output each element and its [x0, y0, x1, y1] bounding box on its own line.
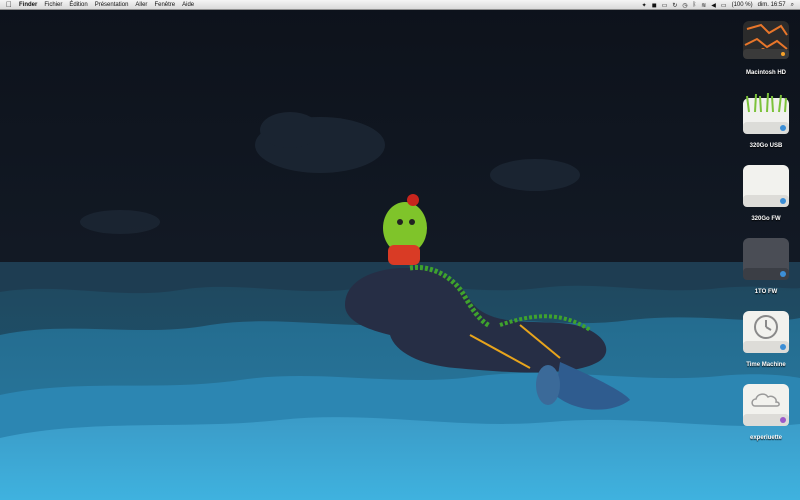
- wifi-icon[interactable]: ≋: [701, 2, 706, 9]
- apple-menu-icon[interactable]: : [6, 0, 12, 9]
- menu-item-edition[interactable]: Édition: [69, 2, 87, 8]
- desktop-drive-experiuette[interactable]: experiuette: [738, 382, 794, 441]
- menu-app-name[interactable]: Finder: [19, 2, 37, 8]
- cloud-drive-icon: [743, 384, 789, 426]
- grass-drive-icon: [743, 92, 789, 134]
- menu-clock[interactable]: dim. 16:57: [758, 2, 786, 8]
- desktop-drive-320go-fw[interactable]: 320Go FW: [738, 163, 794, 222]
- lava-hard-drive-icon: [743, 21, 789, 59]
- volume-icon[interactable]: ◀: [711, 2, 716, 9]
- spotlight-icon[interactable]: ⌕: [791, 2, 794, 9]
- menu-bar:  Finder Fichier Édition Présentation Al…: [0, 0, 800, 10]
- window-icon[interactable]: ▭: [662, 2, 668, 9]
- dropbox-icon[interactable]: ✦: [642, 2, 647, 9]
- battery-percentage[interactable]: (100 %): [732, 2, 753, 8]
- drive-label: 1TO FW: [754, 289, 778, 295]
- desktop-drive-time-machine[interactable]: Time Machine: [738, 309, 794, 368]
- menu-item-presentation[interactable]: Présentation: [95, 2, 129, 8]
- drive-label: 320Go FW: [751, 216, 781, 222]
- time-machine-icon[interactable]: ◷: [682, 2, 687, 9]
- sync-icon[interactable]: ↻: [672, 2, 677, 9]
- camera-icon[interactable]: ◼: [652, 2, 657, 9]
- desktop-drive-320go-usb[interactable]: 320Go USB: [738, 90, 794, 149]
- battery-icon[interactable]: ▭: [721, 2, 727, 9]
- menu-item-aide[interactable]: Aide: [182, 2, 194, 8]
- bluetooth-icon[interactable]: ᛒ: [693, 2, 697, 8]
- menu-item-aller[interactable]: Aller: [135, 2, 147, 8]
- drive-label: Macintosh HD: [745, 70, 786, 76]
- dark-drive-icon: [743, 238, 789, 280]
- time-machine-drive-icon: [743, 311, 789, 353]
- menu-item-fichier[interactable]: Fichier: [44, 2, 62, 8]
- drive-label: 320Go USB: [749, 143, 783, 149]
- drive-label: experiuette: [749, 435, 782, 441]
- desktop-drive-1to-fw[interactable]: 1TO FW: [738, 236, 794, 295]
- menu-item-fenetre[interactable]: Fenêtre: [154, 2, 175, 8]
- desktop-wallpaper: [0, 0, 800, 500]
- status-area: ✦ ◼ ▭ ↻ ◷ ᛒ ≋ ◀ ▭ (100 %) dim. 16:57 ⌕: [642, 0, 794, 10]
- desktop-drive-macintosh-hd[interactable]: Macintosh HD: [738, 17, 794, 76]
- drive-label: Time Machine: [746, 362, 786, 368]
- white-drive-icon: [743, 165, 789, 207]
